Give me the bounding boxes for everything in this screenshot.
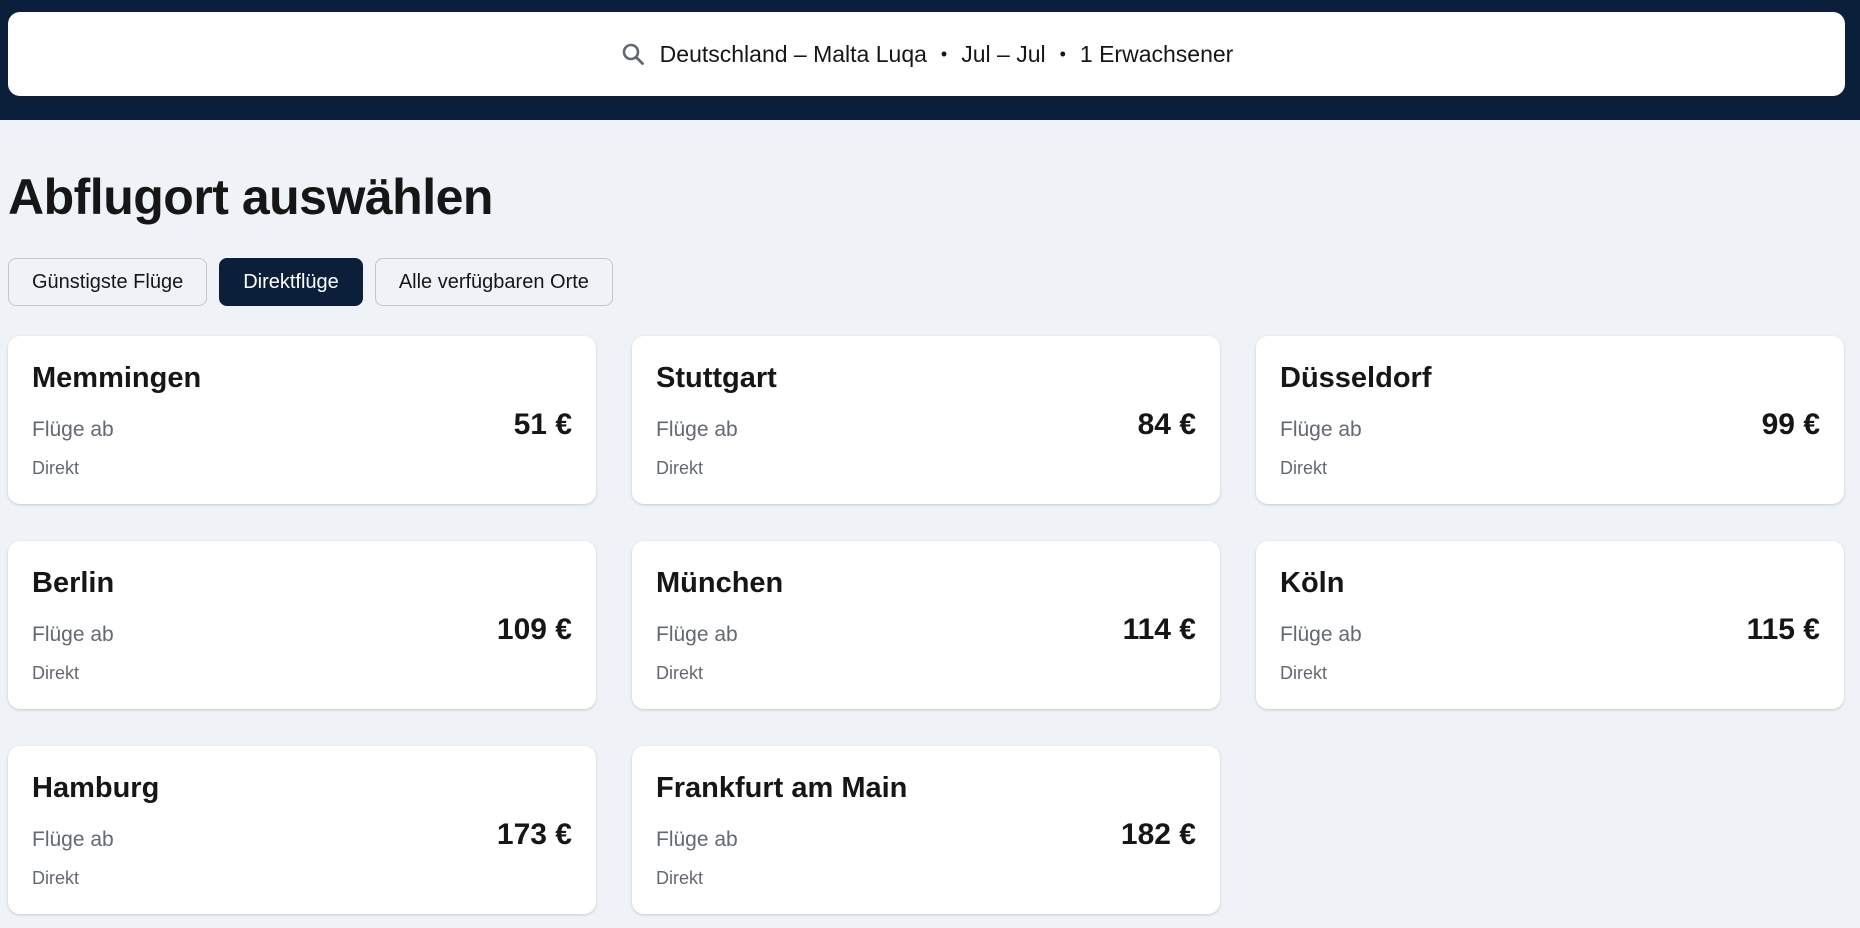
card-from-label: Flüge ab [32, 418, 114, 441]
search-dates: Jul – Jul [961, 40, 1046, 67]
filter-direct-button[interactable]: Direktflüge [219, 258, 363, 306]
card-from-label: Flüge ab [32, 623, 114, 646]
card-price: 115 € [1746, 613, 1820, 646]
search-icon [620, 41, 646, 67]
page-title: Abflugort auswählen [8, 169, 493, 225]
filter-all-places-button[interactable]: Alle verfügbaren Orte [374, 258, 613, 306]
card-stops: Direkt [32, 458, 80, 478]
search-passengers: 1 Erwachsener [1079, 40, 1234, 67]
destination-card-duesseldorf[interactable]: Düsseldorf Flüge ab 99 € Direkt [1256, 336, 1844, 504]
top-header: Deutschland – Malta Luqa • Jul – Jul • 1… [0, 0, 1860, 120]
separator-dot: • [1059, 43, 1066, 64]
card-stops: Direkt [656, 663, 704, 683]
card-city: Hamburg [32, 772, 160, 804]
card-from-label: Flüge ab [656, 418, 738, 441]
destination-card-koeln[interactable]: Köln Flüge ab 115 € Direkt [1256, 541, 1844, 709]
card-city: München [656, 567, 784, 599]
card-from-label: Flüge ab [656, 623, 738, 646]
card-from-label: Flüge ab [1280, 623, 1362, 646]
card-price: 182 € [1120, 818, 1196, 851]
search-summary-bar[interactable]: Deutschland – Malta Luqa • Jul – Jul • 1… [8, 12, 1845, 96]
card-city: Memmingen [32, 362, 202, 394]
card-city: Köln [1280, 567, 1345, 599]
card-price: 99 € [1761, 408, 1820, 441]
card-from-label: Flüge ab [656, 828, 738, 851]
card-price: 51 € [513, 408, 572, 441]
card-price: 173 € [496, 818, 572, 851]
card-from-label: Flüge ab [1280, 418, 1362, 441]
destination-card-berlin[interactable]: Berlin Flüge ab 109 € Direkt [8, 541, 596, 709]
card-price: 109 € [496, 613, 572, 646]
separator-dot: • [940, 43, 948, 64]
card-city: Stuttgart [656, 362, 777, 394]
destination-card-hamburg[interactable]: Hamburg Flüge ab 173 € Direkt [8, 746, 596, 914]
card-city: Berlin [32, 567, 115, 599]
card-stops: Direkt [1280, 458, 1328, 478]
filter-tabs: Günstigste Flüge Direktflüge Alle verfüg… [8, 258, 613, 306]
destination-card-stuttgart[interactable]: Stuttgart Flüge ab 84 € Direkt [632, 336, 1220, 504]
card-price: 84 € [1137, 408, 1196, 441]
card-city: Frankfurt am Main [656, 772, 908, 804]
card-stops: Direkt [656, 868, 704, 888]
card-city: Düsseldorf [1280, 362, 1432, 394]
filter-cheapest-button[interactable]: Günstigste Flüge [8, 258, 208, 306]
destination-card-frankfurt[interactable]: Frankfurt am Main Flüge ab 182 € Direkt [632, 746, 1220, 914]
card-stops: Direkt [32, 868, 80, 888]
destination-card-muenchen[interactable]: München Flüge ab 114 € Direkt [632, 541, 1220, 709]
card-stops: Direkt [32, 663, 80, 683]
destination-card-memmingen[interactable]: Memmingen Flüge ab 51 € Direkt [8, 336, 596, 504]
search-route: Deutschland – Malta Luqa [659, 40, 927, 67]
card-from-label: Flüge ab [32, 828, 114, 851]
card-price: 114 € [1122, 613, 1196, 646]
card-stops: Direkt [1280, 663, 1328, 683]
card-stops: Direkt [656, 458, 704, 478]
